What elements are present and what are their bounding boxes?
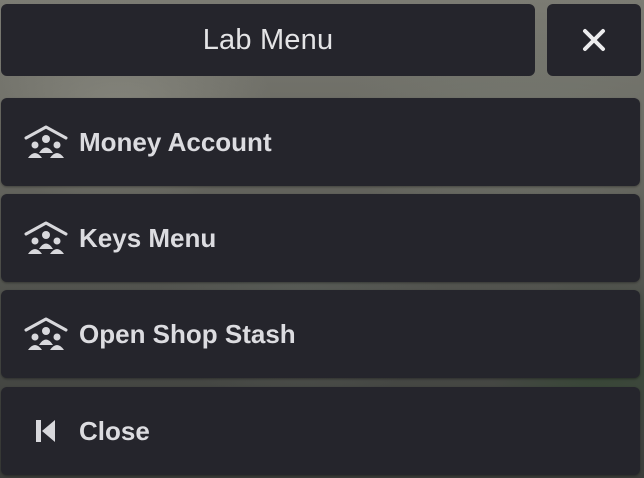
people-house-icon [23,314,69,354]
menu-item-label: Money Account [79,126,272,157]
menu-header: Lab Menu [1,4,535,76]
close-icon [583,29,605,51]
skip-back-icon [23,411,69,451]
menu-item-money-account[interactable]: Money Account [1,98,640,186]
menu-item-open-shop-stash[interactable]: Open Shop Stash [1,290,640,378]
menu-item-label: Open Shop Stash [79,318,296,349]
menu-item-close[interactable]: Close [1,387,640,475]
menu-item-label: Close [79,415,150,446]
close-menu-button[interactable] [547,4,641,76]
people-house-icon [23,218,69,258]
lab-menu: Lab Menu Money Account Keys Menu Open Sh… [0,0,644,478]
menu-item-keys-menu[interactable]: Keys Menu [1,194,640,282]
menu-item-label: Keys Menu [79,222,217,253]
menu-title: Lab Menu [202,23,334,56]
people-house-icon [23,122,69,162]
